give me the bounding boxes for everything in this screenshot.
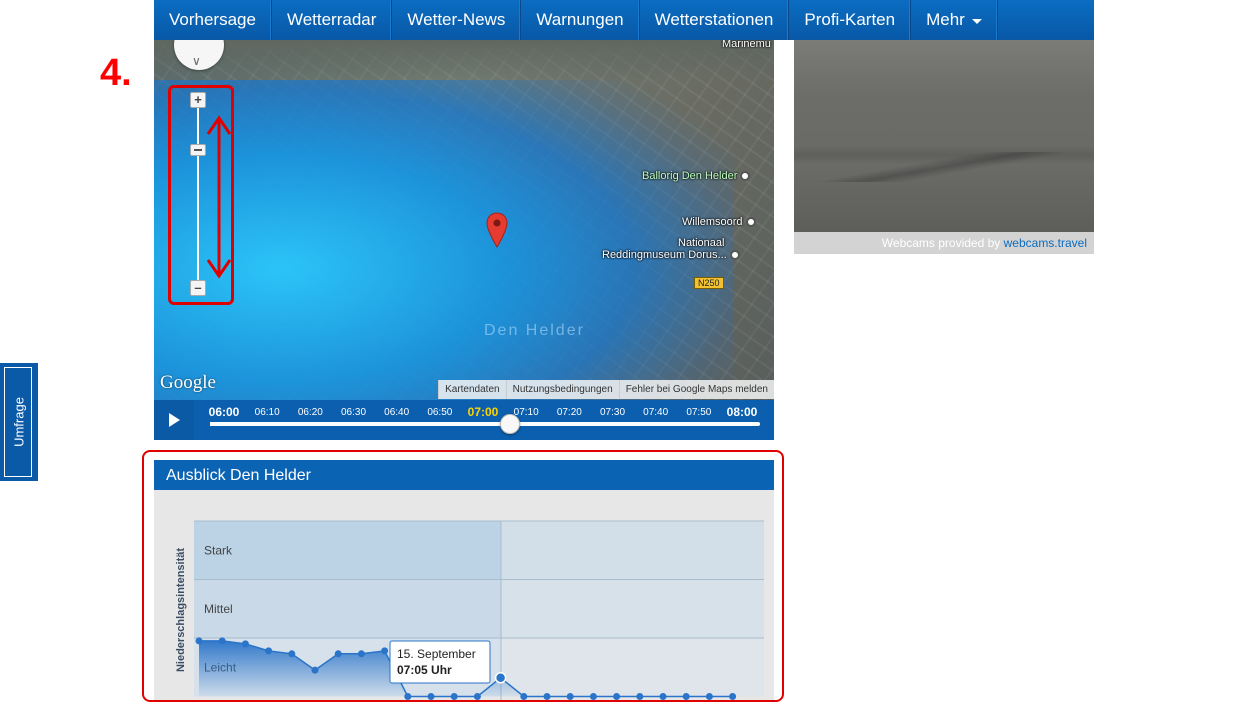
road-badge: N250: [694, 277, 724, 289]
timeline-thumb[interactable]: [499, 414, 520, 434]
nav-item-warnungen[interactable]: Warnungen: [521, 0, 640, 40]
timeline-tick-label: 07:20: [556, 407, 582, 418]
timeline-tick-label: 07:50: [686, 407, 712, 418]
nav-item-label: Mehr: [926, 10, 965, 29]
nav-item-mehr[interactable]: Mehr: [911, 0, 998, 40]
google-logo: Google: [160, 372, 216, 393]
timeline-bar: 06:00 06:10 06:20 06:30 06:40 06:50 07:00 07:10…: [154, 400, 774, 440]
poi-nationaal: Nationaal: [678, 237, 725, 249]
poi-willemsoord[interactable]: Willemsoord: [682, 216, 756, 228]
timeline-tick-label: 07:30: [599, 407, 626, 418]
timeline-tick-label: 06:50: [427, 407, 453, 418]
radar-map[interactable]: Marinemu Ballorig Den Helder Willemsoord…: [154, 40, 774, 400]
survey-tab-label: Umfrage: [11, 397, 27, 447]
outlook-annotation-box: [142, 450, 784, 702]
radar-overlay: [154, 80, 734, 400]
webcam-widget: Webcams provided by webcams.travel: [794, 40, 1094, 254]
timeline-tick-label: 06:00: [208, 405, 240, 419]
location-pin-icon[interactable]: [486, 212, 508, 248]
poi-label: Reddingmuseum Dorus...: [602, 249, 727, 261]
timeline-tick-label: 06:20: [297, 407, 323, 418]
survey-side-tab[interactable]: Umfrage: [0, 363, 38, 481]
nav-item-label: Wetterradar: [286, 10, 377, 29]
timeline-tick-label: 06:30: [340, 407, 367, 418]
double-arrow-icon: [206, 115, 232, 279]
timeline-progress: [210, 422, 510, 426]
timeline-track[interactable]: [210, 414, 760, 434]
city-label: Den Helder: [484, 322, 585, 339]
play-button[interactable]: [154, 400, 194, 440]
nav-item-vorhersage[interactable]: Vorhersage: [154, 0, 272, 40]
poi-label: Willemsoord: [682, 216, 743, 228]
nutzungsbedingungen-link[interactable]: Nutzungsbedingungen: [505, 380, 619, 399]
timeline-tick-label: 06:40: [384, 407, 410, 418]
map-water-area: [154, 40, 774, 80]
webcam-credit: Webcams provided by webcams.travel: [794, 232, 1094, 254]
nav-item-wetterradar[interactable]: Wetterradar: [272, 0, 393, 40]
timeline-tick-label: 08:00: [726, 405, 758, 419]
timeline-tick-label: 06:10: [254, 407, 280, 418]
nav-item-label: Warnungen: [536, 10, 624, 29]
nav-item-wetterstationen[interactable]: Wetterstationen: [640, 0, 790, 40]
nav-item-label: Wetter-News: [407, 10, 506, 29]
timeline-tick-label: 07:00: [467, 405, 499, 419]
nav-item-profi-karten[interactable]: Profi-Karten: [789, 0, 912, 40]
shop-icon: [740, 171, 751, 182]
nav-item-label: Vorhersage: [169, 10, 256, 29]
webcam-credit-text: Webcams provided by: [881, 236, 1001, 250]
report-error-link[interactable]: Fehler bei Google Maps melden: [618, 380, 774, 399]
caret-down-icon: [971, 19, 982, 24]
landmark-icon: [745, 217, 756, 228]
nav-item-wetter-news[interactable]: Wetter-News: [392, 0, 522, 40]
step-annotation-label: 4.: [100, 52, 132, 94]
webcams-travel-link[interactable]: webcams.travel: [1004, 236, 1087, 250]
timeline-tick-label: 07:40: [643, 407, 669, 418]
webcam-image[interactable]: [794, 40, 1094, 232]
nav-item-label: Wetterstationen: [654, 10, 774, 29]
main-navigation: Vorhersage Wetterradar Wetter-News Warnu…: [154, 0, 1094, 40]
poi-label: Ballorig Den Helder: [642, 170, 738, 182]
map-footer: Kartendaten Nutzungsbedingungen Fehler b…: [438, 380, 774, 399]
poi-reddingmuseum[interactable]: Reddingmuseum Dorus...: [602, 249, 740, 261]
poi-ballorig[interactable]: Ballorig Den Helder: [642, 170, 751, 182]
chevron-down-icon[interactable]: ∨: [192, 54, 201, 68]
poi-marinemuseum: Marinemu: [722, 40, 771, 50]
museum-icon: [729, 250, 740, 261]
kartendaten-link[interactable]: Kartendaten: [438, 380, 506, 399]
nav-item-label: Profi-Karten: [804, 10, 896, 29]
